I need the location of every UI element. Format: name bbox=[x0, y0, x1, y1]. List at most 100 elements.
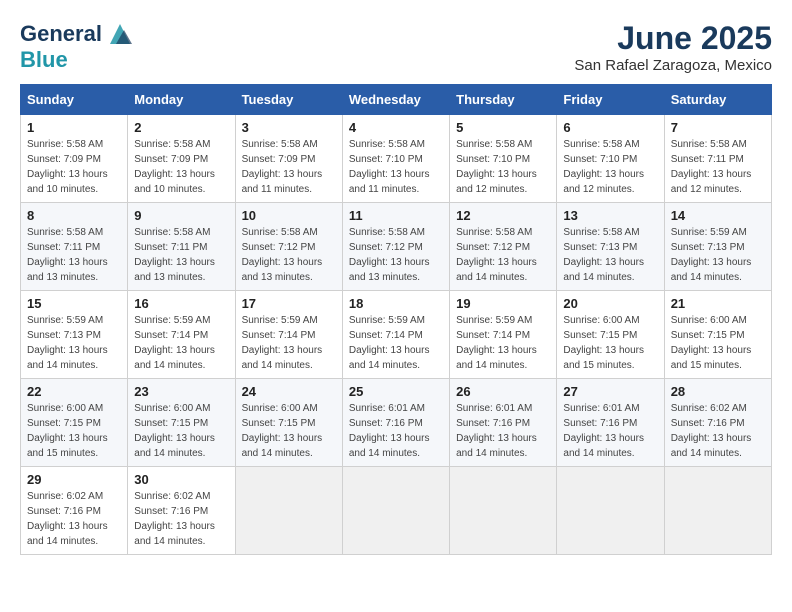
day-number: 4 bbox=[349, 120, 443, 135]
day-info: Sunrise: 6:00 AM Sunset: 7:15 PM Dayligh… bbox=[27, 401, 121, 461]
day-header-saturday: Saturday bbox=[664, 85, 771, 115]
calendar-day-15: 15 Sunrise: 5:59 AM Sunset: 7:13 PM Dayli… bbox=[21, 291, 128, 379]
day-number: 11 bbox=[349, 208, 443, 223]
calendar-day-23: 23 Sunrise: 6:00 AM Sunset: 7:15 PM Dayli… bbox=[128, 379, 235, 467]
day-info: Sunrise: 5:59 AM Sunset: 7:13 PM Dayligh… bbox=[671, 225, 765, 285]
day-number: 29 bbox=[27, 472, 121, 487]
day-number: 23 bbox=[134, 384, 228, 399]
calendar-week-row: 29 Sunrise: 6:02 AM Sunset: 7:16 PM Dayli… bbox=[21, 467, 772, 555]
day-number: 21 bbox=[671, 296, 765, 311]
calendar-day-25: 25 Sunrise: 6:01 AM Sunset: 7:16 PM Dayli… bbox=[342, 379, 449, 467]
day-number: 30 bbox=[134, 472, 228, 487]
day-number: 2 bbox=[134, 120, 228, 135]
day-header-wednesday: Wednesday bbox=[342, 85, 449, 115]
logo: General Blue bbox=[20, 20, 134, 72]
title-area: June 2025 San Rafael Zaragoza, Mexico bbox=[574, 20, 772, 74]
day-info: Sunrise: 5:59 AM Sunset: 7:14 PM Dayligh… bbox=[349, 313, 443, 373]
logo-icon bbox=[106, 20, 134, 48]
day-number: 19 bbox=[456, 296, 550, 311]
calendar-day-9: 9 Sunrise: 5:58 AM Sunset: 7:11 PM Daylig… bbox=[128, 203, 235, 291]
day-number: 12 bbox=[456, 208, 550, 223]
day-info: Sunrise: 6:01 AM Sunset: 7:16 PM Dayligh… bbox=[349, 401, 443, 461]
day-info: Sunrise: 6:02 AM Sunset: 7:16 PM Dayligh… bbox=[134, 489, 228, 549]
day-info: Sunrise: 6:00 AM Sunset: 7:15 PM Dayligh… bbox=[563, 313, 657, 373]
calendar-day-11: 11Sunrise: 5:58 AM Sunset: 7:12 PM Dayli… bbox=[342, 203, 449, 291]
calendar-day-5: 5 Sunrise: 5:58 AM Sunset: 7:10 PM Daylig… bbox=[450, 115, 557, 203]
calendar-day-14: 14Sunrise: 5:59 AM Sunset: 7:13 PM Dayli… bbox=[664, 203, 771, 291]
day-info: Sunrise: 5:59 AM Sunset: 7:13 PM Dayligh… bbox=[27, 313, 121, 373]
location-title: San Rafael Zaragoza, Mexico bbox=[574, 57, 772, 74]
day-info: Sunrise: 5:58 AM Sunset: 7:10 PM Dayligh… bbox=[456, 137, 550, 197]
month-title: June 2025 bbox=[574, 20, 772, 57]
calendar-day-4: 4Sunrise: 5:58 AM Sunset: 7:10 PM Daylig… bbox=[342, 115, 449, 203]
day-number: 27 bbox=[563, 384, 657, 399]
day-header-monday: Monday bbox=[128, 85, 235, 115]
day-info: Sunrise: 5:58 AM Sunset: 7:12 PM Dayligh… bbox=[456, 225, 550, 285]
day-info: Sunrise: 5:58 AM Sunset: 7:09 PM Dayligh… bbox=[242, 137, 336, 197]
day-number: 9 bbox=[134, 208, 228, 223]
calendar-day-13: 13Sunrise: 5:58 AM Sunset: 7:13 PM Dayli… bbox=[557, 203, 664, 291]
day-number: 1 bbox=[27, 120, 121, 135]
day-number: 26 bbox=[456, 384, 550, 399]
calendar-day-20: 20 Sunrise: 6:00 AM Sunset: 7:15 PM Dayli… bbox=[557, 291, 664, 379]
day-info: Sunrise: 5:58 AM Sunset: 7:11 PM Dayligh… bbox=[671, 137, 765, 197]
day-info: Sunrise: 5:58 AM Sunset: 7:12 PM Dayligh… bbox=[242, 225, 336, 285]
day-number: 20 bbox=[563, 296, 657, 311]
day-info: Sunrise: 5:58 AM Sunset: 7:11 PM Dayligh… bbox=[134, 225, 228, 285]
calendar-day-12: 12 Sunrise: 5:58 AM Sunset: 7:12 PM Dayli… bbox=[450, 203, 557, 291]
calendar-day-26: 26Sunrise: 6:01 AM Sunset: 7:16 PM Dayli… bbox=[450, 379, 557, 467]
logo-blue: Blue bbox=[20, 47, 68, 72]
header: General Blue June 2025 San Rafael Zarago… bbox=[20, 20, 772, 74]
empty-cell bbox=[664, 467, 771, 555]
day-info: Sunrise: 6:01 AM Sunset: 7:16 PM Dayligh… bbox=[563, 401, 657, 461]
day-number: 13 bbox=[563, 208, 657, 223]
calendar-day-19: 19Sunrise: 5:59 AM Sunset: 7:14 PM Dayli… bbox=[450, 291, 557, 379]
day-number: 5 bbox=[456, 120, 550, 135]
calendar-day-8: 8 Sunrise: 5:58 AM Sunset: 7:11 PM Daylig… bbox=[21, 203, 128, 291]
calendar-day-16: 16Sunrise: 5:59 AM Sunset: 7:14 PM Dayli… bbox=[128, 291, 235, 379]
day-number: 7 bbox=[671, 120, 765, 135]
calendar-day-6: 6 Sunrise: 5:58 AM Sunset: 7:10 PM Daylig… bbox=[557, 115, 664, 203]
day-number: 28 bbox=[671, 384, 765, 399]
calendar-week-row: 22Sunrise: 6:00 AM Sunset: 7:15 PM Dayli… bbox=[21, 379, 772, 467]
day-info: Sunrise: 5:58 AM Sunset: 7:09 PM Dayligh… bbox=[27, 137, 121, 197]
day-number: 10 bbox=[242, 208, 336, 223]
calendar-day-3: 3 Sunrise: 5:58 AM Sunset: 7:09 PM Daylig… bbox=[235, 115, 342, 203]
day-info: Sunrise: 5:58 AM Sunset: 7:09 PM Dayligh… bbox=[134, 137, 228, 197]
calendar-week-row: 1 Sunrise: 5:58 AM Sunset: 7:09 PM Daylig… bbox=[21, 115, 772, 203]
day-header-friday: Friday bbox=[557, 85, 664, 115]
logo-text: General bbox=[20, 22, 102, 46]
day-number: 6 bbox=[563, 120, 657, 135]
calendar-day-27: 27 Sunrise: 6:01 AM Sunset: 7:16 PM Dayli… bbox=[557, 379, 664, 467]
calendar-day-30: 30 Sunrise: 6:02 AM Sunset: 7:16 PM Dayli… bbox=[128, 467, 235, 555]
day-header-thursday: Thursday bbox=[450, 85, 557, 115]
day-header-tuesday: Tuesday bbox=[235, 85, 342, 115]
day-info: Sunrise: 5:58 AM Sunset: 7:11 PM Dayligh… bbox=[27, 225, 121, 285]
calendar-day-18: 18 Sunrise: 5:59 AM Sunset: 7:14 PM Dayli… bbox=[342, 291, 449, 379]
calendar-day-29: 29 Sunrise: 6:02 AM Sunset: 7:16 PM Dayli… bbox=[21, 467, 128, 555]
day-info: Sunrise: 5:59 AM Sunset: 7:14 PM Dayligh… bbox=[134, 313, 228, 373]
day-info: Sunrise: 5:59 AM Sunset: 7:14 PM Dayligh… bbox=[242, 313, 336, 373]
day-number: 15 bbox=[27, 296, 121, 311]
day-info: Sunrise: 6:00 AM Sunset: 7:15 PM Dayligh… bbox=[134, 401, 228, 461]
calendar-day-7: 7 Sunrise: 5:58 AM Sunset: 7:11 PM Daylig… bbox=[664, 115, 771, 203]
calendar-week-row: 15 Sunrise: 5:59 AM Sunset: 7:13 PM Dayli… bbox=[21, 291, 772, 379]
header-row: SundayMondayTuesdayWednesdayThursdayFrid… bbox=[21, 85, 772, 115]
day-number: 25 bbox=[349, 384, 443, 399]
calendar-day-2: 2 Sunrise: 5:58 AM Sunset: 7:09 PM Daylig… bbox=[128, 115, 235, 203]
day-info: Sunrise: 6:00 AM Sunset: 7:15 PM Dayligh… bbox=[671, 313, 765, 373]
empty-cell bbox=[557, 467, 664, 555]
empty-cell bbox=[342, 467, 449, 555]
day-number: 18 bbox=[349, 296, 443, 311]
calendar-week-row: 8 Sunrise: 5:58 AM Sunset: 7:11 PM Daylig… bbox=[21, 203, 772, 291]
empty-cell bbox=[235, 467, 342, 555]
day-info: Sunrise: 5:58 AM Sunset: 7:10 PM Dayligh… bbox=[563, 137, 657, 197]
calendar-table: SundayMondayTuesdayWednesdayThursdayFrid… bbox=[20, 84, 772, 555]
day-number: 8 bbox=[27, 208, 121, 223]
day-number: 3 bbox=[242, 120, 336, 135]
day-info: Sunrise: 6:00 AM Sunset: 7:15 PM Dayligh… bbox=[242, 401, 336, 461]
calendar-day-21: 21 Sunrise: 6:00 AM Sunset: 7:15 PM Dayli… bbox=[664, 291, 771, 379]
day-header-sunday: Sunday bbox=[21, 85, 128, 115]
day-info: Sunrise: 6:02 AM Sunset: 7:16 PM Dayligh… bbox=[27, 489, 121, 549]
calendar-day-28: 28Sunrise: 6:02 AM Sunset: 7:16 PM Dayli… bbox=[664, 379, 771, 467]
